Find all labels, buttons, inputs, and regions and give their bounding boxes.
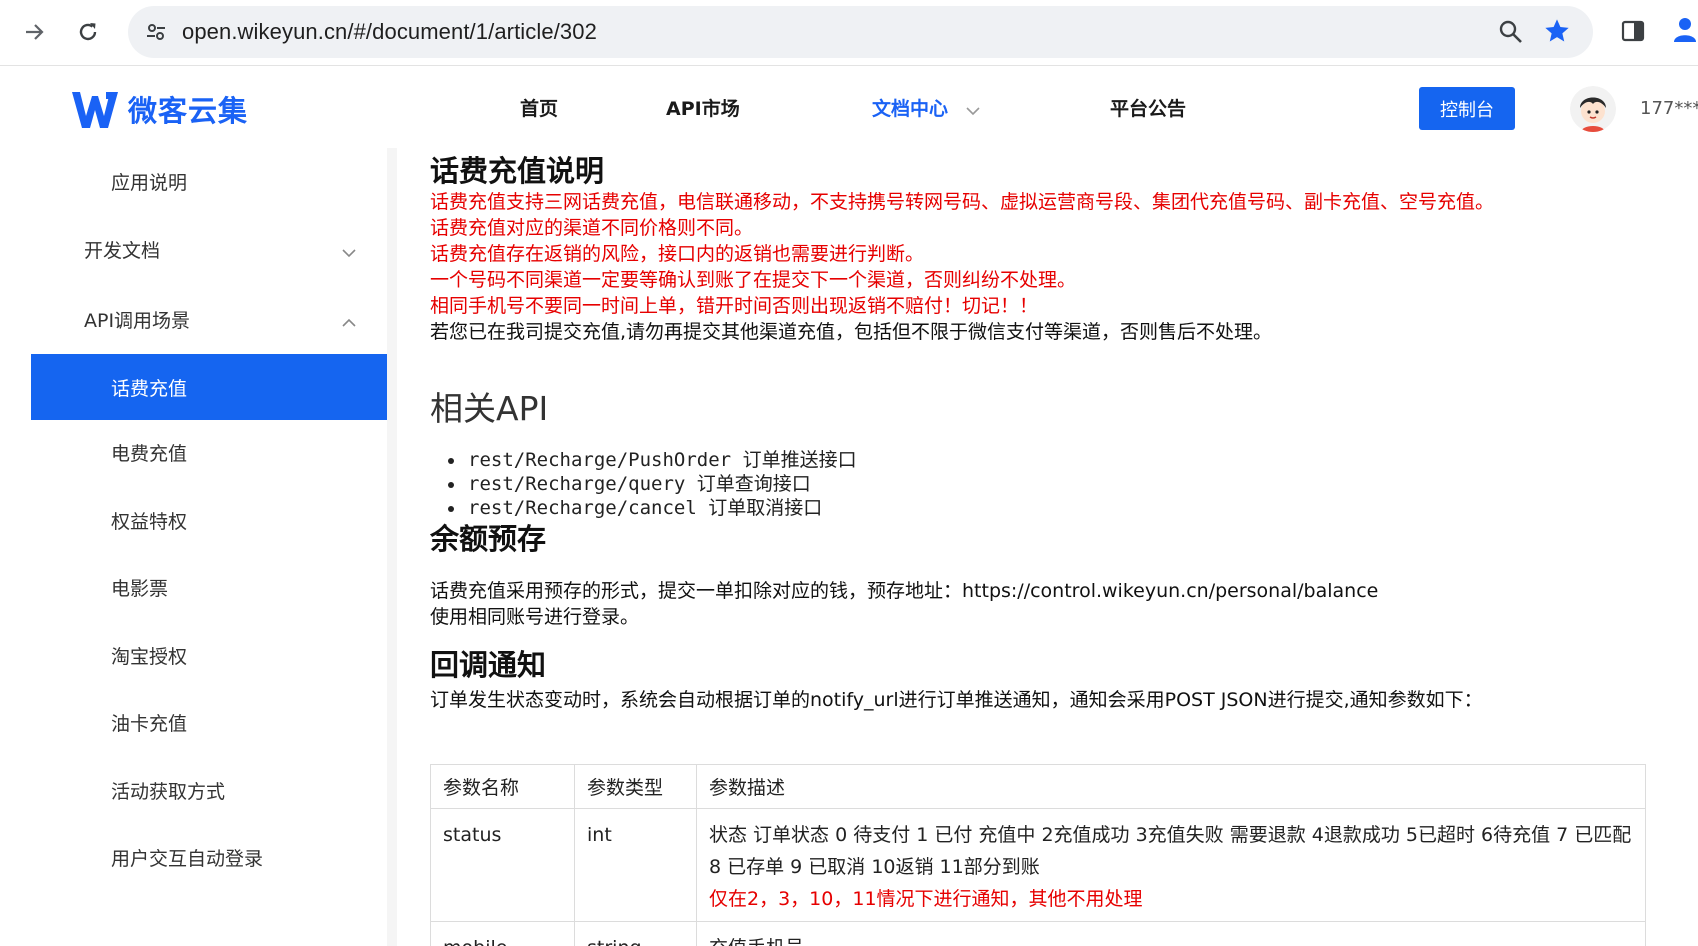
logo-text: 微客云集 bbox=[128, 94, 249, 128]
bookmark-star-icon[interactable] bbox=[1543, 17, 1573, 47]
sidebar-item-auto-login[interactable]: 用户交互自动登录 bbox=[31, 824, 387, 890]
api-desc: 订单查询接口 bbox=[696, 473, 811, 495]
profile-icon[interactable] bbox=[1670, 14, 1698, 48]
nav-docs-center-label: 文档中心 bbox=[872, 98, 949, 120]
api-list: rest/Recharge/PushOrder 订单推送接口 rest/Rech… bbox=[444, 448, 857, 520]
balance-line-1: 话费充值采用预存的形式，提交一单扣除对应的钱，预存地址：https://cont… bbox=[430, 580, 1379, 602]
avatar[interactable] bbox=[1570, 86, 1616, 132]
chevron-down-icon bbox=[341, 241, 357, 263]
sidebar-item-label: 权益特权 bbox=[111, 510, 188, 533]
doc-content: 话费充值说明 话费充值支持三网话费充值，电信联通移动，不支持携号转网号码、虚拟运… bbox=[430, 148, 1690, 946]
left-gutter bbox=[0, 148, 31, 946]
table-cell: status bbox=[430, 808, 575, 922]
note-red-5: 相同手机号不要同一时间上单，错开时间否则出现返销不赔付！切记！！ bbox=[430, 295, 1039, 317]
table-header-cell: 参数类型 bbox=[574, 764, 697, 809]
table-cell: mobile bbox=[430, 921, 575, 946]
sidebar-item-label: 用户交互自动登录 bbox=[111, 847, 264, 870]
table-cell: int bbox=[574, 808, 697, 922]
sidebar-item-phone-recharge[interactable]: 话费充值 bbox=[31, 354, 387, 420]
url-text[interactable]: open.wikeyun.cn/#/document/1/article/302 bbox=[182, 19, 597, 45]
sidebar-item-api-scenarios[interactable]: API调用场景 bbox=[31, 286, 387, 352]
table-header-cell: 参数名称 bbox=[430, 764, 575, 809]
zoom-icon[interactable] bbox=[1497, 18, 1527, 48]
nav-home[interactable]: 首页 bbox=[520, 94, 558, 121]
logo-mark-icon bbox=[72, 92, 118, 128]
balance-heading: 余额预存 bbox=[430, 522, 547, 556]
table-header-row: 参数名称 参数类型 参数描述 bbox=[430, 764, 1646, 809]
api-desc: 订单推送接口 bbox=[742, 449, 857, 471]
sidebar-item-label: 开发文档 bbox=[84, 239, 161, 262]
param-desc: 充值手机号 bbox=[709, 932, 1633, 946]
callback-heading: 回调通知 bbox=[430, 648, 547, 682]
page-title: 话费充值说明 bbox=[430, 154, 605, 188]
doc-sidebar: 应用说明 开发文档 API调用场景 话费充值 电费充值 权益特权 电影票 淘宝授… bbox=[31, 148, 387, 946]
related-api-heading: 相关API bbox=[430, 389, 549, 428]
sidebar-divider bbox=[387, 148, 397, 946]
console-button[interactable]: 控制台 bbox=[1419, 87, 1515, 130]
table-header-cell: 参数描述 bbox=[696, 764, 1646, 809]
sidebar-item-label: 活动获取方式 bbox=[111, 780, 226, 803]
back-arrow-icon[interactable] bbox=[14, 14, 54, 50]
sidebar-item-benefits[interactable]: 权益特权 bbox=[31, 487, 387, 553]
note-red-3: 话费充值存在返销的风险，接口内的返销也需要进行判断。 bbox=[430, 243, 925, 265]
address-bar[interactable]: open.wikeyun.cn/#/document/1/article/302 bbox=[128, 6, 1593, 58]
side-panel-icon[interactable] bbox=[1620, 18, 1648, 46]
api-path: rest/Recharge/query bbox=[468, 473, 686, 495]
site-info-icon[interactable] bbox=[140, 16, 172, 48]
table-cell: 充值手机号 bbox=[696, 921, 1646, 946]
logo[interactable]: 微客云集 bbox=[70, 86, 270, 132]
nav-announcements[interactable]: 平台公告 bbox=[1110, 94, 1186, 121]
reload-icon[interactable] bbox=[68, 14, 108, 50]
api-desc: 订单取消接口 bbox=[708, 497, 823, 519]
sidebar-item-app-intro[interactable]: 应用说明 bbox=[31, 148, 387, 214]
username[interactable]: 177**** bbox=[1640, 98, 1698, 119]
sidebar-item-label: 话费充值 bbox=[111, 377, 188, 400]
chevron-up-icon bbox=[341, 311, 357, 333]
params-table: 参数名称 参数类型 参数描述 status int 状态 订单状态 0 待支付 … bbox=[430, 764, 1646, 946]
list-item: rest/Recharge/PushOrder 订单推送接口 bbox=[444, 448, 857, 472]
sidebar-item-taobao-auth[interactable]: 淘宝授权 bbox=[31, 622, 387, 688]
api-path: rest/Recharge/PushOrder bbox=[468, 449, 732, 471]
sidebar-item-dev-docs[interactable]: 开发文档 bbox=[31, 216, 387, 282]
sidebar-item-label: 淘宝授权 bbox=[111, 645, 188, 668]
balance-line-2: 使用相同账号进行登录。 bbox=[430, 606, 640, 628]
param-desc-note: 仅在2，3，10，11情况下进行通知，其他不用处理 bbox=[709, 888, 1143, 910]
table-cell: string bbox=[574, 921, 697, 946]
list-item: rest/Recharge/query 订单查询接口 bbox=[444, 472, 857, 496]
sidebar-item-label: 电费充值 bbox=[111, 442, 188, 465]
sidebar-item-electricity-recharge[interactable]: 电费充值 bbox=[31, 419, 387, 485]
sidebar-item-fuel-card[interactable]: 油卡充值 bbox=[31, 689, 387, 755]
note-red-2: 话费充值对应的渠道不同价格则不同。 bbox=[430, 217, 754, 239]
nav-api-market[interactable]: API市场 bbox=[666, 94, 740, 121]
param-desc: 状态 订单状态 0 待支付 1 已付 充值中 2充值成功 3充值失败 需要退款 … bbox=[709, 824, 1632, 878]
sidebar-item-label: API调用场景 bbox=[84, 309, 191, 332]
sidebar-item-label: 电影票 bbox=[111, 577, 169, 600]
note-red-4: 一个号码不同渠道一定要等确认到账了在提交下一个渠道，否则纠纷不处理。 bbox=[430, 269, 1077, 291]
table-cell: 状态 订单状态 0 待支付 1 已付 充值中 2充值成功 3充值失败 需要退款 … bbox=[696, 808, 1646, 922]
note-black: 若您已在我司提交充值,请勿再提交其他渠道充值，包括但不限于微信支付等渠道，否则售… bbox=[430, 321, 1273, 343]
browser-toolbar: open.wikeyun.cn/#/document/1/article/302 bbox=[0, 0, 1698, 66]
sidebar-item-activity[interactable]: 活动获取方式 bbox=[31, 757, 387, 823]
table-row: mobile string 充值手机号 bbox=[430, 921, 1646, 946]
site-header: 微客云集 首页 API市场 文档中心 平台公告 控制台 177**** bbox=[0, 66, 1698, 148]
sidebar-item-label: 油卡充值 bbox=[111, 712, 188, 735]
chevron-down-icon bbox=[965, 99, 981, 121]
nav-docs-center[interactable]: 文档中心 bbox=[872, 94, 981, 121]
sidebar-item-movie-tickets[interactable]: 电影票 bbox=[31, 554, 387, 620]
note-red-1: 话费充值支持三网话费充值，电信联通移动，不支持携号转网号码、虚拟运营商号段、集团… bbox=[430, 191, 1495, 213]
table-row: status int 状态 订单状态 0 待支付 1 已付 充值中 2充值成功 … bbox=[430, 808, 1646, 922]
callback-desc: 订单发生状态变动时，系统会自动根据订单的notify_url进行订单推送通知，通… bbox=[430, 689, 1483, 711]
sidebar-item-label: 应用说明 bbox=[111, 171, 188, 194]
